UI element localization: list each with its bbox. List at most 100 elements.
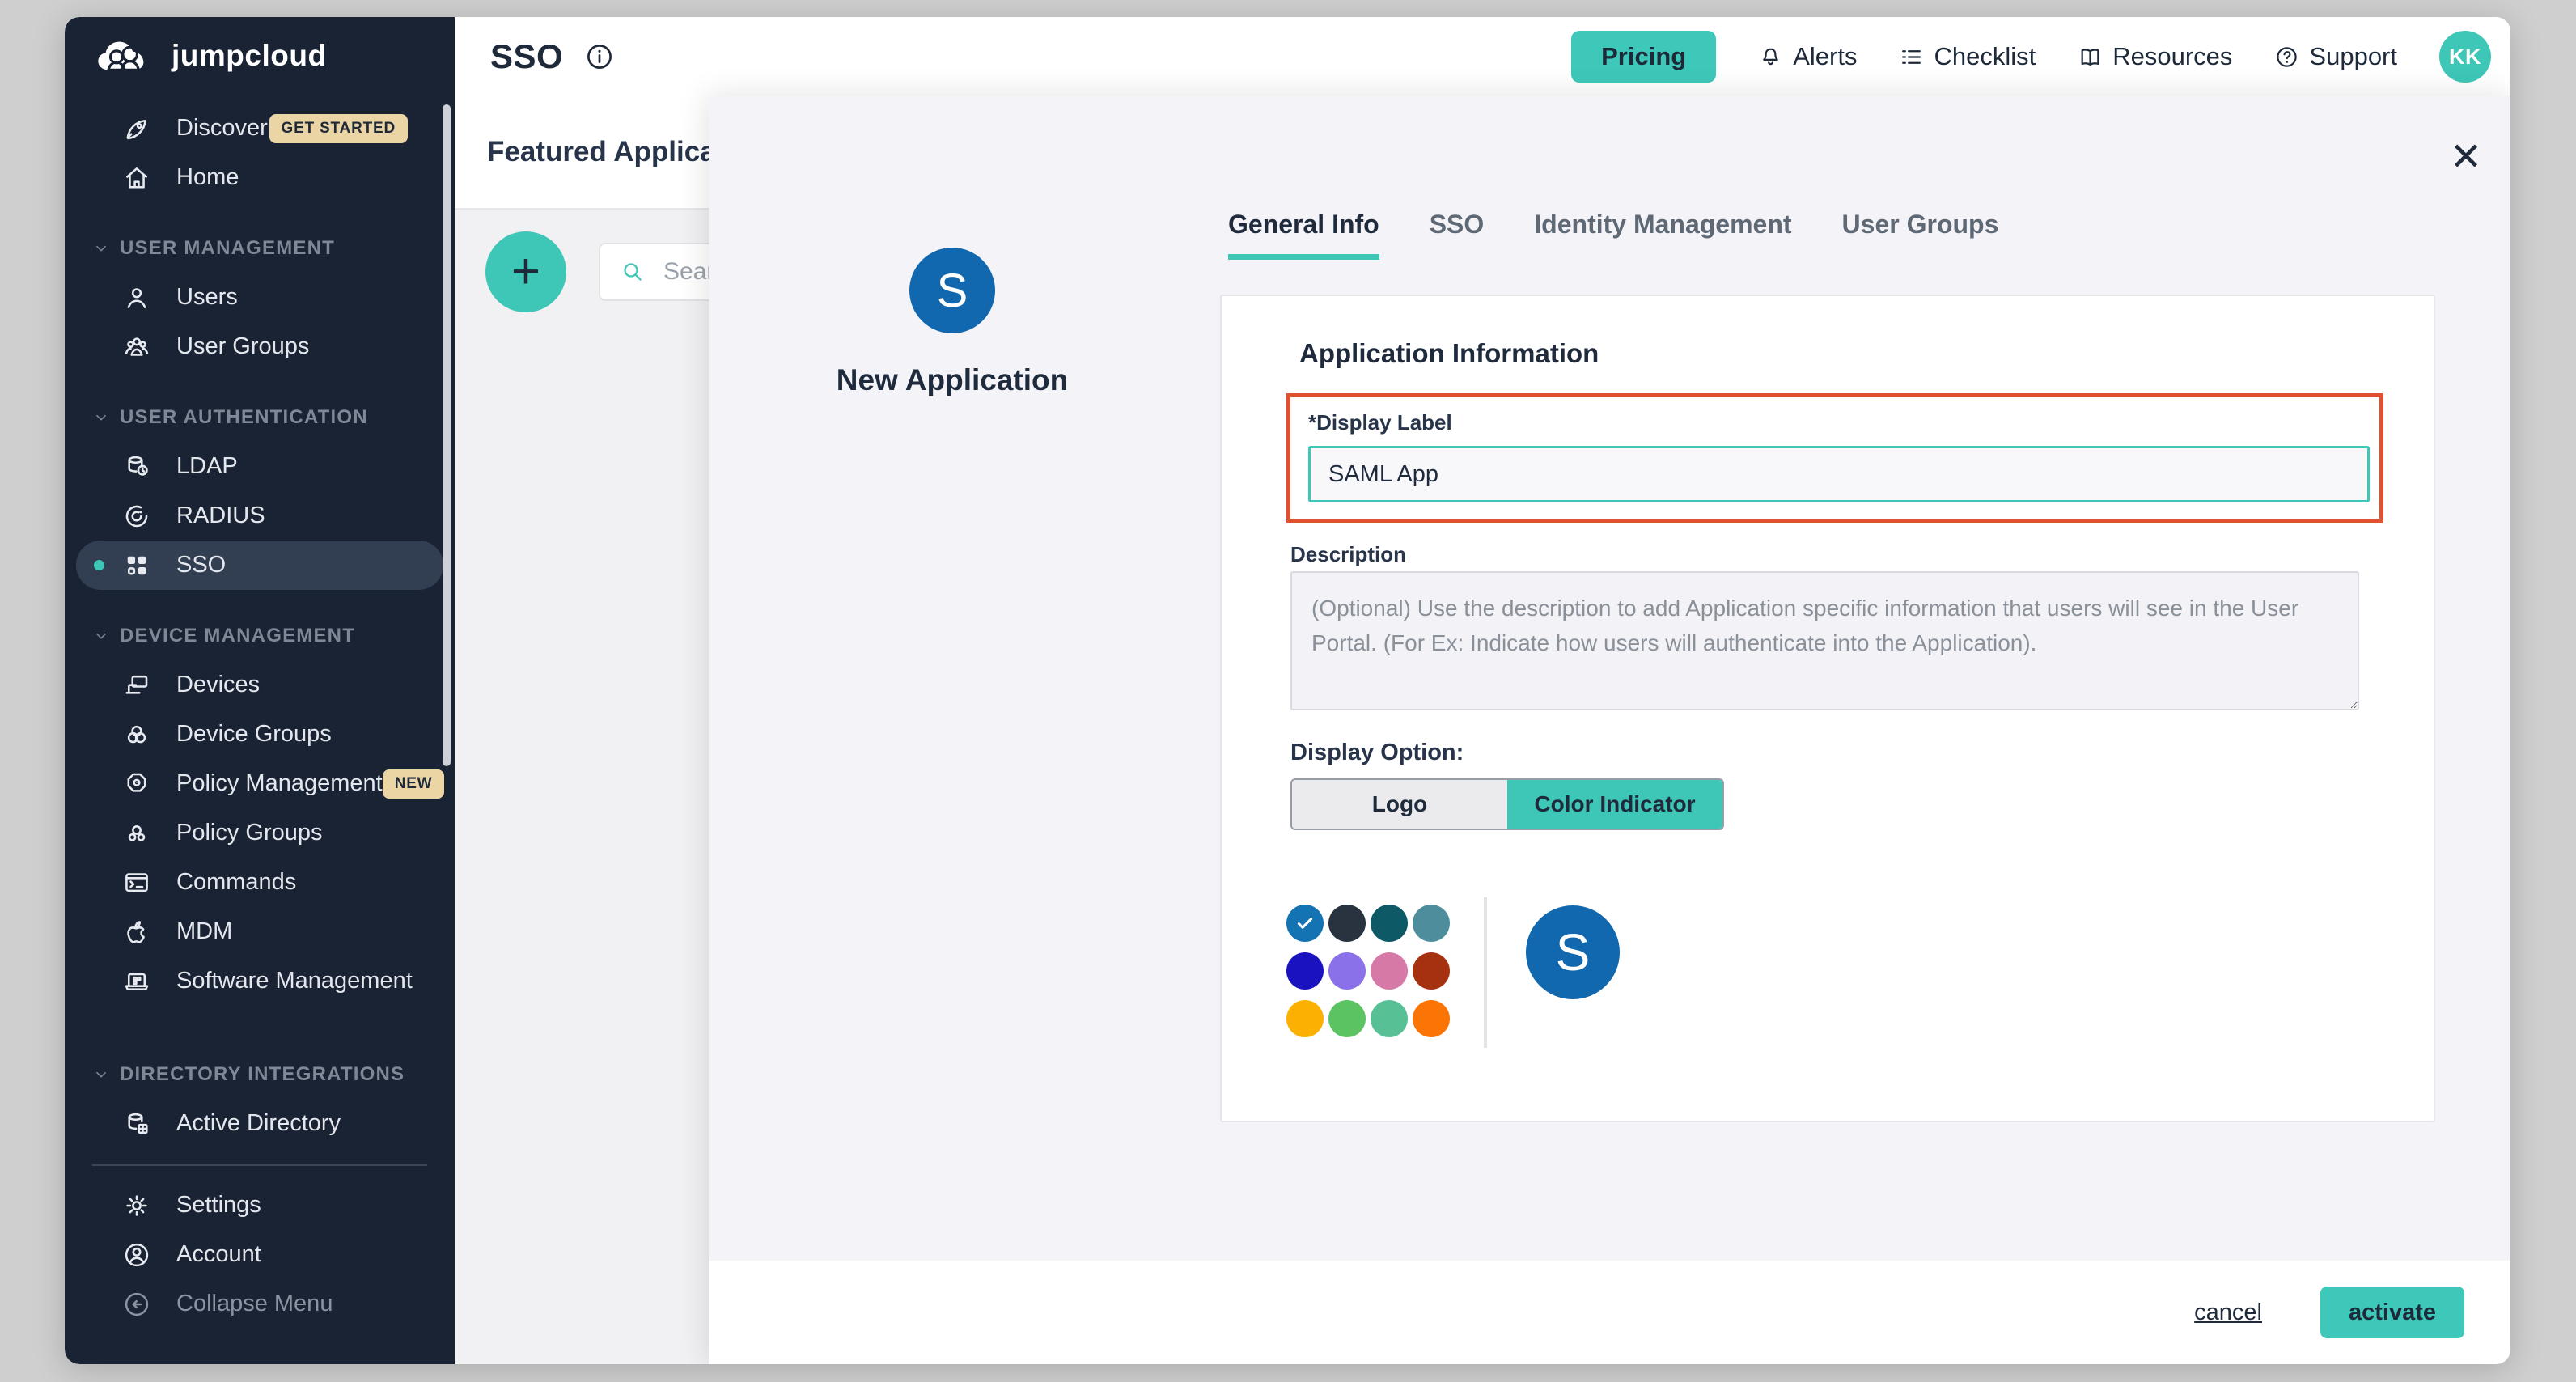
color-swatch-10[interactable]: [1371, 1000, 1408, 1037]
tab-identity-management[interactable]: Identity Management: [1534, 210, 1791, 260]
sidebar-item-ldap[interactable]: LDAP: [76, 442, 443, 491]
color-swatch-7[interactable]: [1413, 952, 1450, 990]
logo-wordmark: jumpcloud: [172, 39, 327, 73]
user-avatar[interactable]: KK: [2439, 31, 2491, 83]
user-group-icon: [121, 332, 152, 362]
sidebar-section-device-management[interactable]: DEVICE MANAGEMENT: [65, 611, 455, 660]
checklist-icon: [1899, 45, 1924, 70]
sidebar-item-home[interactable]: Home: [76, 153, 443, 202]
sidebar-item-commands[interactable]: Commands: [76, 858, 443, 907]
rocket-icon: [121, 113, 152, 144]
sidebar-item-label: RADIUS: [176, 502, 265, 529]
display-option-color-indicator[interactable]: Color Indicator: [1507, 780, 1722, 829]
modal-tabs: General Info SSO Identity Management User G…: [1228, 210, 1998, 260]
sidebar-badge: NEW: [383, 769, 445, 799]
color-swatch-1[interactable]: [1328, 905, 1366, 942]
info-icon[interactable]: [584, 41, 615, 72]
display-label-highlight-box: *Display Label: [1286, 393, 2383, 523]
color-swatch-5[interactable]: [1328, 952, 1366, 990]
display-option-logo[interactable]: Logo: [1292, 780, 1507, 829]
header-action-support[interactable]: Support: [2274, 42, 2397, 71]
header-action-alerts[interactable]: Alerts: [1758, 42, 1857, 71]
sidebar-divider: [92, 1164, 427, 1166]
sidebar-item-settings[interactable]: Settings: [76, 1181, 443, 1230]
sidebar-item-label: Active Directory: [176, 1110, 341, 1137]
application-information-card: Application Information *Display Label D…: [1220, 295, 2435, 1122]
color-swatch-6[interactable]: [1371, 952, 1408, 990]
color-swatch-8[interactable]: [1286, 1000, 1324, 1037]
sidebar-section-title: DIRECTORY INTEGRATIONS: [120, 1063, 405, 1086]
sidebar-badge: GET STARTED: [269, 114, 408, 143]
color-swatch-9[interactable]: [1328, 1000, 1366, 1037]
card-title: Application Information: [1299, 338, 1599, 369]
sidebar-section-title: USER AUTHENTICATION: [120, 406, 368, 429]
sidebar-item-label: Settings: [176, 1192, 261, 1219]
apple-icon: [121, 917, 152, 947]
bell-icon: [1758, 45, 1783, 70]
sidebar-item-collapse-menu[interactable]: Collapse Menu: [76, 1279, 443, 1329]
sidebar-item-label: Commands: [176, 869, 296, 896]
header-action-checklist[interactable]: Checklist: [1899, 42, 2036, 71]
color-preview-circle: S: [1526, 905, 1620, 999]
sidebar-item-active-directory[interactable]: Active Directory: [76, 1099, 443, 1148]
color-swatch-3[interactable]: [1413, 905, 1450, 942]
ldap-icon: [121, 451, 152, 482]
close-icon[interactable]: ✕: [2445, 137, 2487, 179]
gear-icon: [121, 1190, 152, 1221]
sso-grid-icon: [121, 550, 152, 581]
sidebar-item-sso[interactable]: SSO: [76, 541, 443, 590]
color-swatch-11[interactable]: [1413, 1000, 1450, 1037]
sidebar-item-account[interactable]: Account: [76, 1230, 443, 1279]
cancel-button[interactable]: cancel: [2194, 1299, 2262, 1326]
sidebar-section-directory-integrations[interactable]: DIRECTORY INTEGRATIONS: [65, 1049, 455, 1099]
sidebar-item-radius[interactable]: RADIUS: [76, 491, 443, 541]
description-textarea[interactable]: [1290, 571, 2359, 710]
sidebar-item-mdm[interactable]: MDM: [76, 907, 443, 956]
sidebar-item-device-groups[interactable]: Device Groups: [76, 710, 443, 759]
color-swatch-2[interactable]: [1371, 905, 1408, 942]
color-swatch-0-selected[interactable]: [1286, 905, 1324, 942]
sidebar-scrollbar[interactable]: [443, 104, 451, 766]
sidebar-item-label: LDAP: [176, 453, 238, 480]
sidebar-item-user-groups[interactable]: User Groups: [76, 322, 443, 371]
book-icon: [2078, 45, 2103, 70]
sidebar-item-label: User Groups: [176, 333, 309, 360]
color-swatch-grid: [1286, 905, 1455, 1048]
sidebar-item-devices[interactable]: Devices: [76, 660, 443, 710]
header-action-label: Alerts: [1793, 42, 1857, 71]
sidebar-item-users[interactable]: Users: [76, 273, 443, 322]
tab-user-groups[interactable]: User Groups: [1842, 210, 1999, 260]
sidebar-item-label: Policy Groups: [176, 820, 323, 846]
sidebar-item-label: Device Groups: [176, 721, 332, 748]
tab-general-info[interactable]: General Info: [1228, 210, 1379, 260]
sidebar-section-title: DEVICE MANAGEMENT: [120, 625, 355, 647]
activate-button[interactable]: activate: [2320, 1287, 2464, 1338]
sidebar-section-user-authentication[interactable]: USER AUTHENTICATION: [65, 392, 455, 442]
pricing-button[interactable]: Pricing: [1571, 31, 1716, 83]
sidebar-section-user-management[interactable]: USER MANAGEMENT: [65, 223, 455, 273]
header-actions: Pricing AlertsChecklistResourcesSupport …: [1571, 17, 2491, 96]
add-application-button[interactable]: +: [485, 231, 566, 312]
active-directory-icon: [121, 1109, 152, 1139]
tab-sso[interactable]: SSO: [1430, 210, 1485, 260]
sidebar-item-policy-groups[interactable]: Policy Groups: [76, 808, 443, 858]
sidebar-item-policy-management[interactable]: Policy ManagementNEW: [76, 759, 443, 808]
sidebar-item-label: Policy Management: [176, 770, 383, 797]
policy-icon: [121, 769, 152, 799]
header-action-label: Support: [2309, 42, 2397, 71]
header-action-resources[interactable]: Resources: [2078, 42, 2232, 71]
sidebar-item-software-management[interactable]: Software Management: [76, 956, 443, 1006]
check-icon: [1294, 912, 1316, 935]
terminal-icon: [121, 867, 152, 898]
swatch-preview-divider: [1484, 897, 1487, 1048]
sidebar-item-discover[interactable]: DiscoverGET STARTED: [76, 104, 443, 153]
cloud-logo-icon: [92, 36, 160, 75]
color-swatch-4[interactable]: [1286, 952, 1324, 990]
sidebar-item-label: Discover: [176, 115, 268, 142]
display-option-label: Display Option:: [1290, 740, 1464, 766]
account-icon: [121, 1240, 152, 1270]
application-avatar: S: [909, 248, 995, 333]
page-title: SSO: [490, 37, 563, 76]
display-label-input[interactable]: [1308, 446, 2370, 502]
sidebar-item-label: Users: [176, 284, 238, 311]
